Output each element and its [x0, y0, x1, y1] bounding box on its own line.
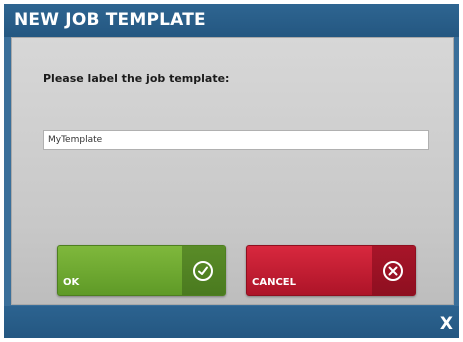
dialog-title: NEW JOB TEMPLATE [14, 10, 206, 30]
x-circle-icon [383, 261, 403, 281]
template-name-input[interactable] [43, 130, 429, 150]
checkmark-circle-icon [193, 261, 213, 281]
label-prompt: Please label the job template: [43, 72, 230, 85]
cancel-button[interactable]: CANCEL [246, 245, 416, 296]
cancel-icon-area [372, 246, 415, 295]
ok-button[interactable]: OK [57, 245, 226, 296]
bottom-bar: X [4, 306, 459, 338]
title-bar: NEW JOB TEMPLATE [4, 4, 459, 37]
ok-icon-area [182, 246, 225, 295]
ok-button-label: OK [63, 277, 80, 288]
new-job-template-dialog: NEW JOB TEMPLATE Please label the job te… [4, 4, 459, 338]
dialog-content: Please label the job template: OK CANCEL [11, 37, 454, 305]
close-icon[interactable]: X [440, 314, 453, 334]
cancel-button-label: CANCEL [252, 277, 296, 288]
